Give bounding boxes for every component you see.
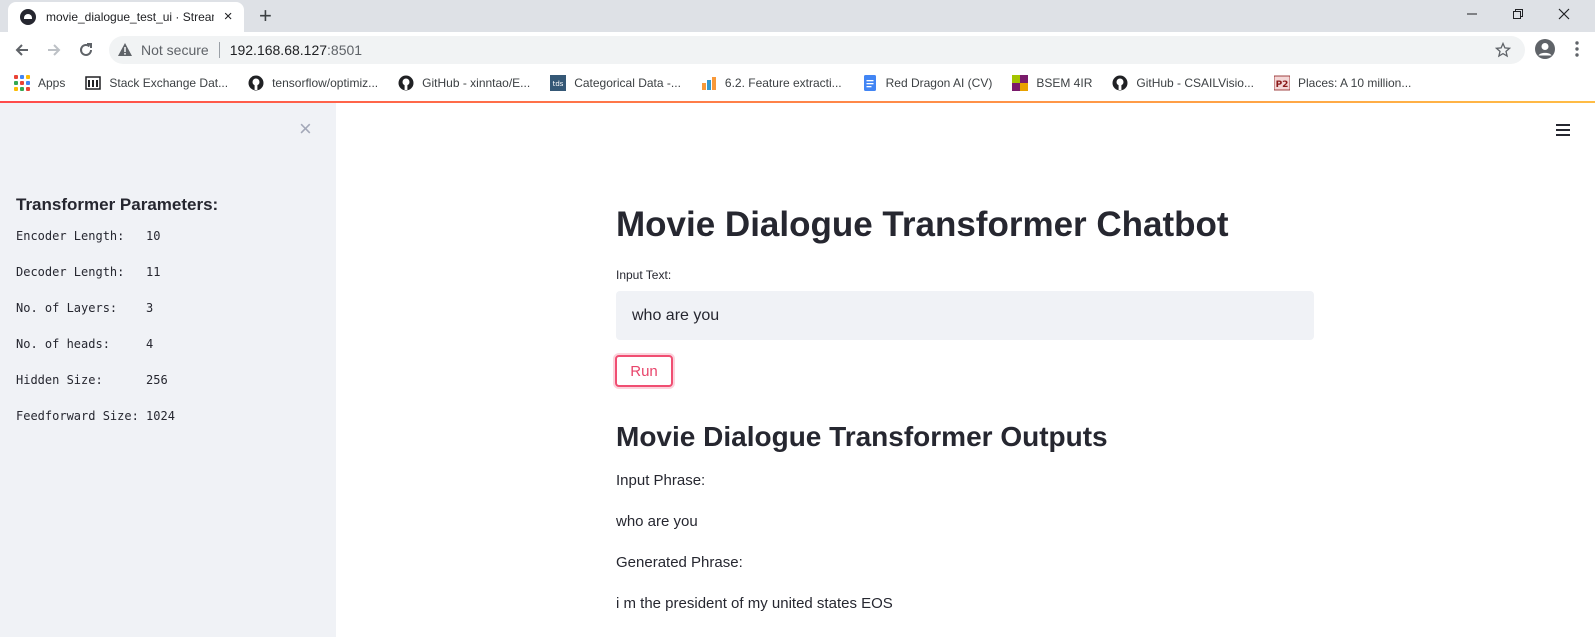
param-decoder-length: Decoder Length: 11 [16, 265, 161, 279]
svg-text:tds: tds [553, 80, 564, 88]
close-icon [1558, 8, 1570, 20]
param-encoder-length: Encoder Length: 10 [16, 229, 161, 243]
param-layers: No. of Layers: 3 [16, 301, 154, 315]
security-label: Not secure [141, 42, 209, 58]
minimize-icon [1467, 13, 1477, 15]
bookmark-label: 6.2. Feature extracti... [724, 76, 842, 90]
bookmark-categorical-data[interactable]: tds Categorical Data -... [550, 75, 681, 91]
apps-grid-icon [14, 75, 30, 91]
back-button[interactable] [10, 38, 34, 62]
hamburger-menu-icon[interactable] [1556, 124, 1570, 138]
browser-toolbar: Not secure 192.168.68.127:8501 [0, 32, 1595, 68]
bookmark-label: Red Dragon AI (CV) [885, 76, 993, 90]
stack-exchange-icon [85, 76, 102, 90]
minimize-button[interactable] [1449, 0, 1495, 28]
tds-icon: tds [550, 75, 567, 91]
forward-button[interactable] [42, 38, 66, 62]
github-icon [1112, 75, 1128, 91]
google-docs-icon [863, 75, 876, 91]
input-text-label: Input Text: [616, 268, 672, 282]
bookmark-star-icon[interactable] [1495, 42, 1511, 58]
streamlit-favicon-icon [20, 9, 36, 25]
warning-icon [118, 43, 132, 56]
divider [218, 42, 220, 58]
tab-title: movie_dialogue_test_ui · Streamlit [46, 10, 215, 24]
bookmark-bsem[interactable]: BSEM 4IR [1012, 75, 1092, 91]
places-icon: P2 [1273, 75, 1290, 91]
url-port: :8501 [327, 42, 363, 58]
bsem-icon [1012, 75, 1029, 91]
sidebar-title: Transformer Parameters: [16, 195, 219, 214]
param-feedforward-size: Feedforward Size: 1024 [16, 409, 175, 423]
bookmark-places[interactable]: P2 Places: A 10 million... [1273, 75, 1412, 91]
bookmark-label: Apps [38, 76, 66, 90]
generated-phrase-label: Generated Phrase: [616, 554, 743, 571]
input-text-field[interactable] [616, 291, 1314, 340]
bookmark-github-csail[interactable]: GitHub - CSAILVisio... [1112, 75, 1254, 91]
page-title: Movie Dialogue Transformer Chatbot [616, 205, 1229, 244]
bookmark-label: BSEM 4IR [1036, 76, 1093, 90]
restore-button[interactable] [1495, 0, 1541, 28]
outputs-heading: Movie Dialogue Transformer Outputs [616, 421, 1108, 452]
github-icon [248, 75, 264, 91]
generated-phrase-value: i m the president of my united states EO… [616, 595, 893, 612]
scikit-icon [701, 77, 716, 90]
forward-arrow-icon [48, 44, 61, 56]
parameter-list: Encoder Length: 10 Decoder Length: 11 No… [16, 229, 175, 445]
reload-icon [80, 43, 92, 56]
sidebar: × Transformer Parameters: Encoder Length… [0, 103, 336, 637]
sidebar-close-icon[interactable]: × [299, 118, 312, 140]
github-icon [398, 75, 414, 91]
bookmark-label: tensorflow/optimiz... [272, 76, 379, 90]
bookmark-feature-extraction[interactable]: 6.2. Feature extracti... [701, 75, 842, 91]
bookmark-label: GitHub - xinntao/E... [422, 76, 531, 90]
bookmark-label: Stack Exchange Dat... [109, 76, 229, 90]
bookmark-label: GitHub - CSAILVisio... [1136, 76, 1254, 90]
reload-button[interactable] [74, 38, 98, 62]
new-tab-button[interactable]: + [259, 3, 272, 29]
browser-tab[interactable]: movie_dialogue_test_ui · Streamlit × [8, 2, 244, 32]
param-hidden-size: Hidden Size: 256 [16, 373, 168, 387]
bookmark-github-xinntao[interactable]: GitHub - xinntao/E... [398, 75, 530, 91]
url-host: 192.168.68.127 [229, 42, 328, 58]
restore-icon [1513, 9, 1523, 19]
bookmark-label: Categorical Data -... [574, 76, 681, 90]
bookmark-label: Places: A 10 million... [1297, 76, 1412, 90]
close-window-button[interactable] [1541, 0, 1587, 28]
browser-tabstrip: movie_dialogue_test_ui · Streamlit × + [0, 0, 1595, 32]
back-arrow-icon [15, 44, 28, 56]
bookmark-tensorflow[interactable]: tensorflow/optimiz... [248, 75, 378, 91]
address-bar[interactable]: Not secure 192.168.68.127:8501 [109, 36, 1525, 64]
browser-menu-icon[interactable] [1574, 40, 1580, 58]
bookmark-red-dragon[interactable]: Red Dragon AI (CV) [862, 75, 993, 91]
input-phrase-label: Input Phrase: [616, 472, 706, 489]
bookmark-apps[interactable]: Apps [14, 75, 65, 91]
bookmark-stack-exchange[interactable]: Stack Exchange Dat... [85, 75, 228, 91]
param-heads: No. of heads: 4 [16, 337, 154, 351]
svg-text:P2: P2 [1276, 80, 1289, 90]
tab-close-icon[interactable]: × [220, 9, 236, 25]
input-phrase-value: who are you [616, 513, 698, 530]
profile-avatar-icon[interactable] [1534, 38, 1556, 60]
run-button[interactable]: Run [615, 355, 673, 387]
bookmarks-bar: Apps Stack Exchange Dat... tensorflow/op… [0, 68, 1595, 98]
